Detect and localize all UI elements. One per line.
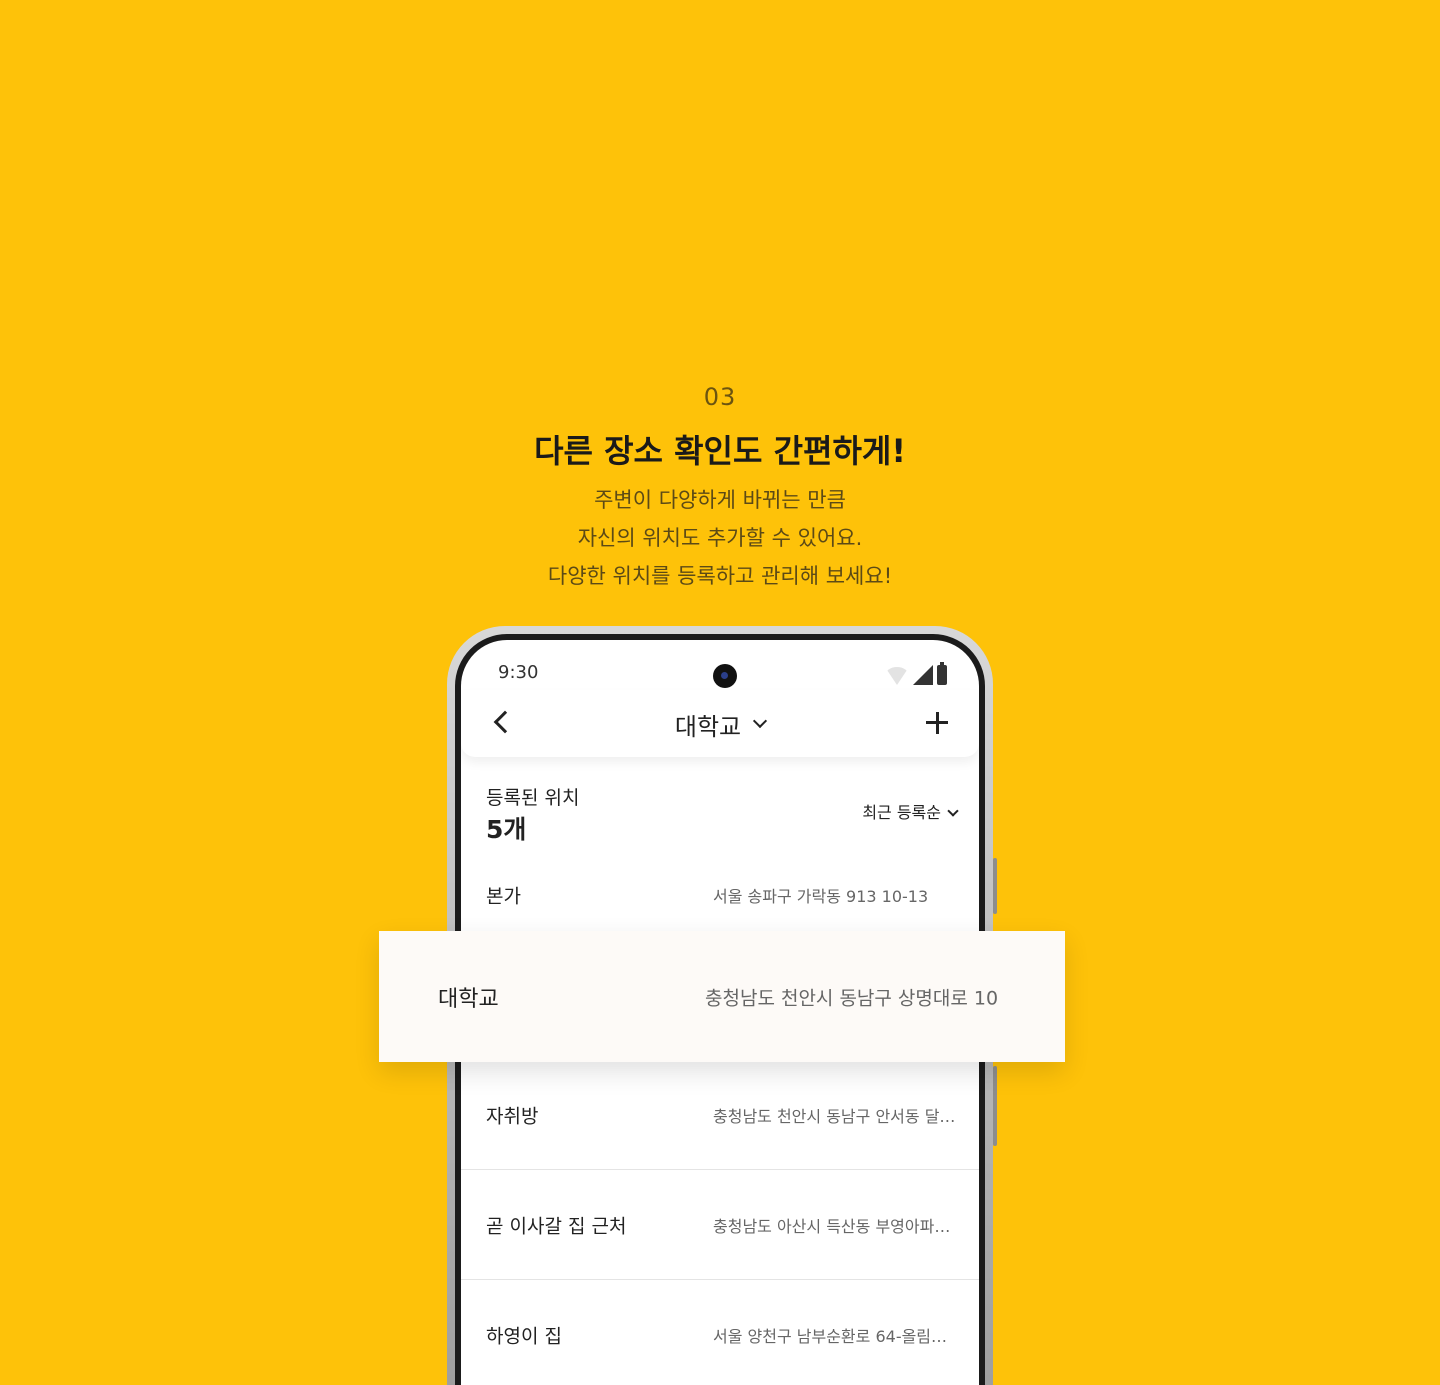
location-selector[interactable]: 대학교 <box>461 707 979 742</box>
location-name: 하영이 집 <box>486 1325 562 1347</box>
app-header: 대학교 <box>461 690 979 757</box>
location-row[interactable]: 자취방 충청남도 천안시 동남구 안서동 달… <box>461 1060 979 1170</box>
power-button <box>993 1066 997 1146</box>
location-row[interactable]: 곧 이사갈 집 근처 충청남도 아산시 득산동 부영아파… <box>461 1170 979 1280</box>
promo-headline: 다른 장소 확인도 간편하게! <box>534 432 906 470</box>
sort-label: 최근 등록순 <box>862 803 941 822</box>
chevron-down-icon <box>947 805 959 817</box>
status-icons <box>885 662 947 685</box>
sort-dropdown[interactable]: 최근 등록순 <box>862 799 959 823</box>
promo-description: 주변이 다양하게 바뀌는 만큼 자신의 위치도 추가할 수 있어요. 다양한 위… <box>0 481 1440 595</box>
highlighted-location-name: 대학교 <box>438 986 499 1012</box>
front-camera-icon <box>713 664 737 688</box>
chevron-down-icon <box>753 713 768 728</box>
wifi-icon <box>885 667 909 685</box>
battery-icon <box>937 662 947 685</box>
location-name: 본가 <box>486 885 521 907</box>
highlighted-location-address: 충청남도 천안시 동남구 상명대로 10 <box>705 987 999 1009</box>
highlighted-location-card[interactable]: 대학교 충청남도 천안시 동남구 상명대로 10 <box>379 931 1065 1062</box>
registered-locations-label: 등록된 위치 <box>486 787 580 809</box>
status-bar: 9:30 <box>461 640 979 690</box>
location-row[interactable]: 하영이 집 서울 양천구 남부순환로 64-올림… <box>461 1280 979 1385</box>
promo-stage: 03 다른 장소 확인도 간편하게! 주변이 다양하게 바뀌는 만큼 자신의 위… <box>0 0 1440 1385</box>
location-address: 서울 송파구 가락동 913 10-13 <box>713 886 929 906</box>
description-line: 다양한 위치를 등록하고 관리해 보세요! <box>547 564 893 588</box>
add-location-button[interactable] <box>917 702 957 742</box>
location-name: 자취방 <box>486 1105 539 1127</box>
location-address: 충청남도 아산시 득산동 부영아파… <box>713 1216 951 1236</box>
volume-button <box>993 858 997 914</box>
description-line: 자신의 위치도 추가할 수 있어요. <box>577 526 863 550</box>
signal-icon <box>913 665 933 685</box>
status-time: 9:30 <box>498 662 539 683</box>
location-address: 서울 양천구 남부순환로 64-올림… <box>713 1326 948 1346</box>
header-title: 대학교 <box>674 713 742 741</box>
location-name: 곧 이사갈 집 근처 <box>486 1215 627 1237</box>
step-number: 03 <box>703 383 737 411</box>
location-address: 충청남도 천안시 동남구 안서동 달… <box>713 1106 956 1126</box>
description-line: 주변이 다양하게 바뀌는 만큼 <box>594 488 846 512</box>
